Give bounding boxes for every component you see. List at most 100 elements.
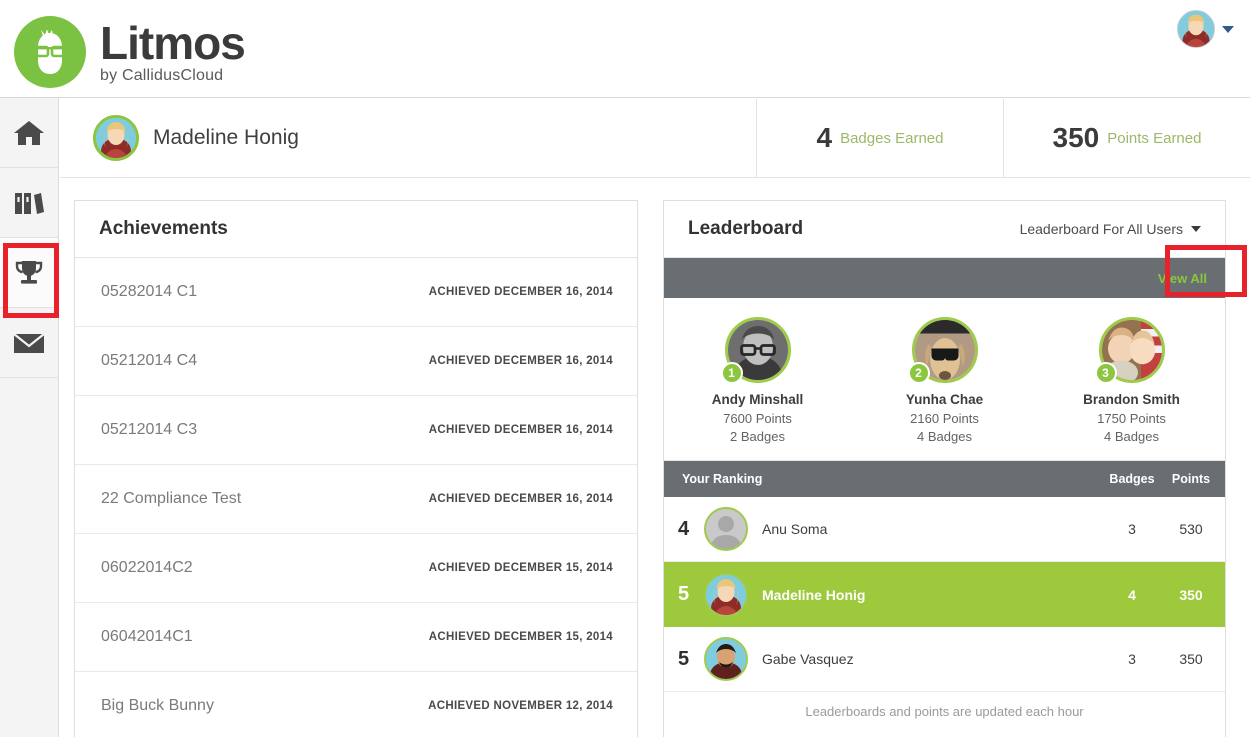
table-row[interactable]: 5 Gabe Vasquez 3 350 (664, 627, 1225, 692)
achievement-row[interactable]: 05282014 C1 ACHIEVED DECEMBER 16, 2014 (75, 258, 637, 327)
rank-user-name: Gabe Vasquez (762, 651, 854, 667)
user-avatar-placeholder-icon (706, 509, 746, 549)
sidebar-item-courses[interactable] (0, 168, 58, 238)
achievement-row[interactable]: 22 Compliance Test ACHIEVED DECEMBER 16, … (75, 465, 637, 534)
stat-badges-earned: 4 Badges Earned (757, 99, 1004, 177)
litmos-face-logo-icon (14, 16, 86, 88)
page-root: Litmos by CallidusCloud Madeline Honig 4… (0, 0, 1250, 737)
user-avatar-man-icon (706, 639, 746, 679)
rank-user-name: Anu Soma (762, 521, 828, 537)
stat-badges-value: 4 (816, 122, 833, 153)
podium-points: 1750 Points (1097, 411, 1166, 426)
page-title: Madeline Honig (153, 126, 299, 149)
podium-badges: 2 Badges (730, 429, 785, 444)
ranking-header-badges: Badges (1109, 472, 1155, 486)
achievements-title: Achievements (99, 218, 228, 239)
achievement-name: 05212014 C3 (101, 421, 198, 438)
podium-avatar-wrap: 1 (720, 317, 791, 384)
rank-badge: 1 (720, 362, 743, 384)
achievement-name: 22 Compliance Test (101, 490, 242, 507)
face-glasses-icon (35, 30, 65, 75)
podium-avatar-wrap: 3 (1094, 317, 1165, 384)
ranking-table-body: 4 Anu Soma 3 530 5 Madeline Honig 4 350 5 Gabe… (664, 497, 1225, 692)
avatar[interactable] (1177, 10, 1215, 48)
home-icon (14, 120, 44, 145)
profile-user: Madeline Honig (60, 99, 757, 177)
rank-points: 350 (1179, 586, 1203, 603)
sidebar (0, 98, 59, 737)
leaderboard-filter-dropdown[interactable]: Leaderboard For All Users (1020, 221, 1201, 237)
achievement-row[interactable]: 05212014 C4 ACHIEVED DECEMBER 16, 2014 (75, 327, 637, 396)
rank-points: 530 (1179, 521, 1203, 537)
achievement-name: 05212014 C4 (101, 352, 198, 369)
rank-badges: 3 (1128, 651, 1136, 667)
podium-entry[interactable]: 2 Yunha Chae 2160 Points 4 Badges (851, 317, 1038, 444)
rank-user-name: Madeline Honig (762, 586, 866, 603)
avatar (704, 572, 748, 617)
account-menu[interactable] (1177, 10, 1234, 48)
view-all-button[interactable]: View All (1158, 271, 1207, 286)
podium-name: Brandon Smith (1083, 392, 1180, 407)
books-icon (15, 192, 44, 214)
chevron-down-icon[interactable] (1222, 25, 1234, 33)
stat-points-value: 350 (1052, 122, 1100, 153)
achievement-row[interactable]: 06042014C1 ACHIEVED DECEMBER 15, 2014 (75, 603, 637, 672)
rank-badge: 3 (1094, 362, 1117, 384)
podium-points: 7600 Points (723, 411, 792, 426)
rank-position: 4 (678, 517, 690, 540)
leaderboard-filter-label: Leaderboard For All Users (1019, 221, 1183, 237)
podium-name: Andy Minshall (711, 392, 804, 407)
leaderboard-footnote: Leaderboards and points are updated each… (805, 704, 1084, 719)
brand-name: Litmos (100, 17, 246, 69)
user-avatar-icon (96, 118, 136, 158)
stat-points-label: Points Earned (1107, 129, 1202, 147)
achievements-header: Achievements (75, 201, 637, 258)
brand-tagline: by CallidusCloud (100, 67, 224, 84)
achievement-date: ACHIEVED DECEMBER 16, 2014 (428, 286, 613, 298)
podium-avatar-wrap: 2 (907, 317, 978, 384)
podium-badges: 4 Badges (1104, 429, 1159, 444)
achievement-date: ACHIEVED DECEMBER 15, 2014 (428, 631, 613, 643)
main-content: Achievements 05282014 C1 ACHIEVED DECEMBE… (60, 179, 1250, 737)
achievement-name: 06022014C2 (101, 559, 193, 576)
table-row[interactable]: 5 Madeline Honig 4 350 (664, 562, 1225, 627)
achievement-row[interactable]: 05212014 C3 ACHIEVED DECEMBER 16, 2014 (75, 396, 637, 465)
rank-position: 5 (678, 647, 690, 670)
avatar (93, 115, 139, 161)
leaderboard-panel: Leaderboard Leaderboard For All Users Vi… (663, 200, 1247, 737)
achievement-date: ACHIEVED DECEMBER 16, 2014 (428, 355, 613, 367)
user-avatar-icon (1178, 11, 1214, 47)
stat-points-earned: 350 Points Earned (1004, 99, 1250, 177)
achievement-row[interactable]: 06022014C2 ACHIEVED DECEMBER 15, 2014 (75, 534, 637, 603)
user-avatar-icon (706, 574, 746, 615)
table-row[interactable]: 4 Anu Soma 3 530 (664, 497, 1225, 562)
sidebar-item-home[interactable] (0, 98, 58, 168)
leaderboard-header: Leaderboard Leaderboard For All Users (664, 201, 1225, 258)
rank-badge: 2 (907, 362, 930, 384)
leaderboard-podium: 1 Andy Minshall 7600 Points 2 Badges 2 Y… (664, 298, 1225, 461)
ranking-header-points: Points (1171, 472, 1211, 486)
rank-points: 350 (1179, 651, 1203, 667)
podium-name: Yunha Chae (905, 392, 984, 407)
rank-badges: 4 (1128, 586, 1136, 603)
achievement-date: ACHIEVED DECEMBER 16, 2014 (428, 493, 613, 505)
brand-logo[interactable]: Litmos by CallidusCloud (14, 16, 246, 88)
achievement-name: 05282014 C1 (101, 283, 198, 300)
top-bar: Litmos by CallidusCloud (0, 0, 1250, 98)
podium-entry[interactable]: 3 Brandon Smith 1750 Points 4 Badges (1038, 317, 1225, 444)
avatar (704, 507, 748, 551)
rank-position: 5 (678, 583, 690, 605)
profile-stats-header: Madeline Honig 4 Badges Earned 350 Point… (60, 99, 1250, 178)
ranking-table-header: Your Ranking Badges Points (664, 461, 1225, 497)
podium-points: 2160 Points (910, 411, 979, 426)
envelope-icon (13, 332, 45, 353)
sidebar-item-messages[interactable] (0, 308, 58, 378)
avatar (704, 637, 748, 681)
rank-badges: 3 (1128, 521, 1136, 537)
leaderboard-title: Leaderboard (688, 218, 804, 239)
podium-badges: 4 Badges (917, 429, 972, 444)
achievement-row[interactable]: Big Buck Bunny ACHIEVED NOVEMBER 12, 2014 (75, 672, 637, 737)
podium-entry[interactable]: 1 Andy Minshall 7600 Points 2 Badges (664, 317, 851, 444)
achievement-date: ACHIEVED NOVEMBER 12, 2014 (428, 700, 613, 712)
sidebar-item-achievements[interactable] (0, 238, 58, 308)
